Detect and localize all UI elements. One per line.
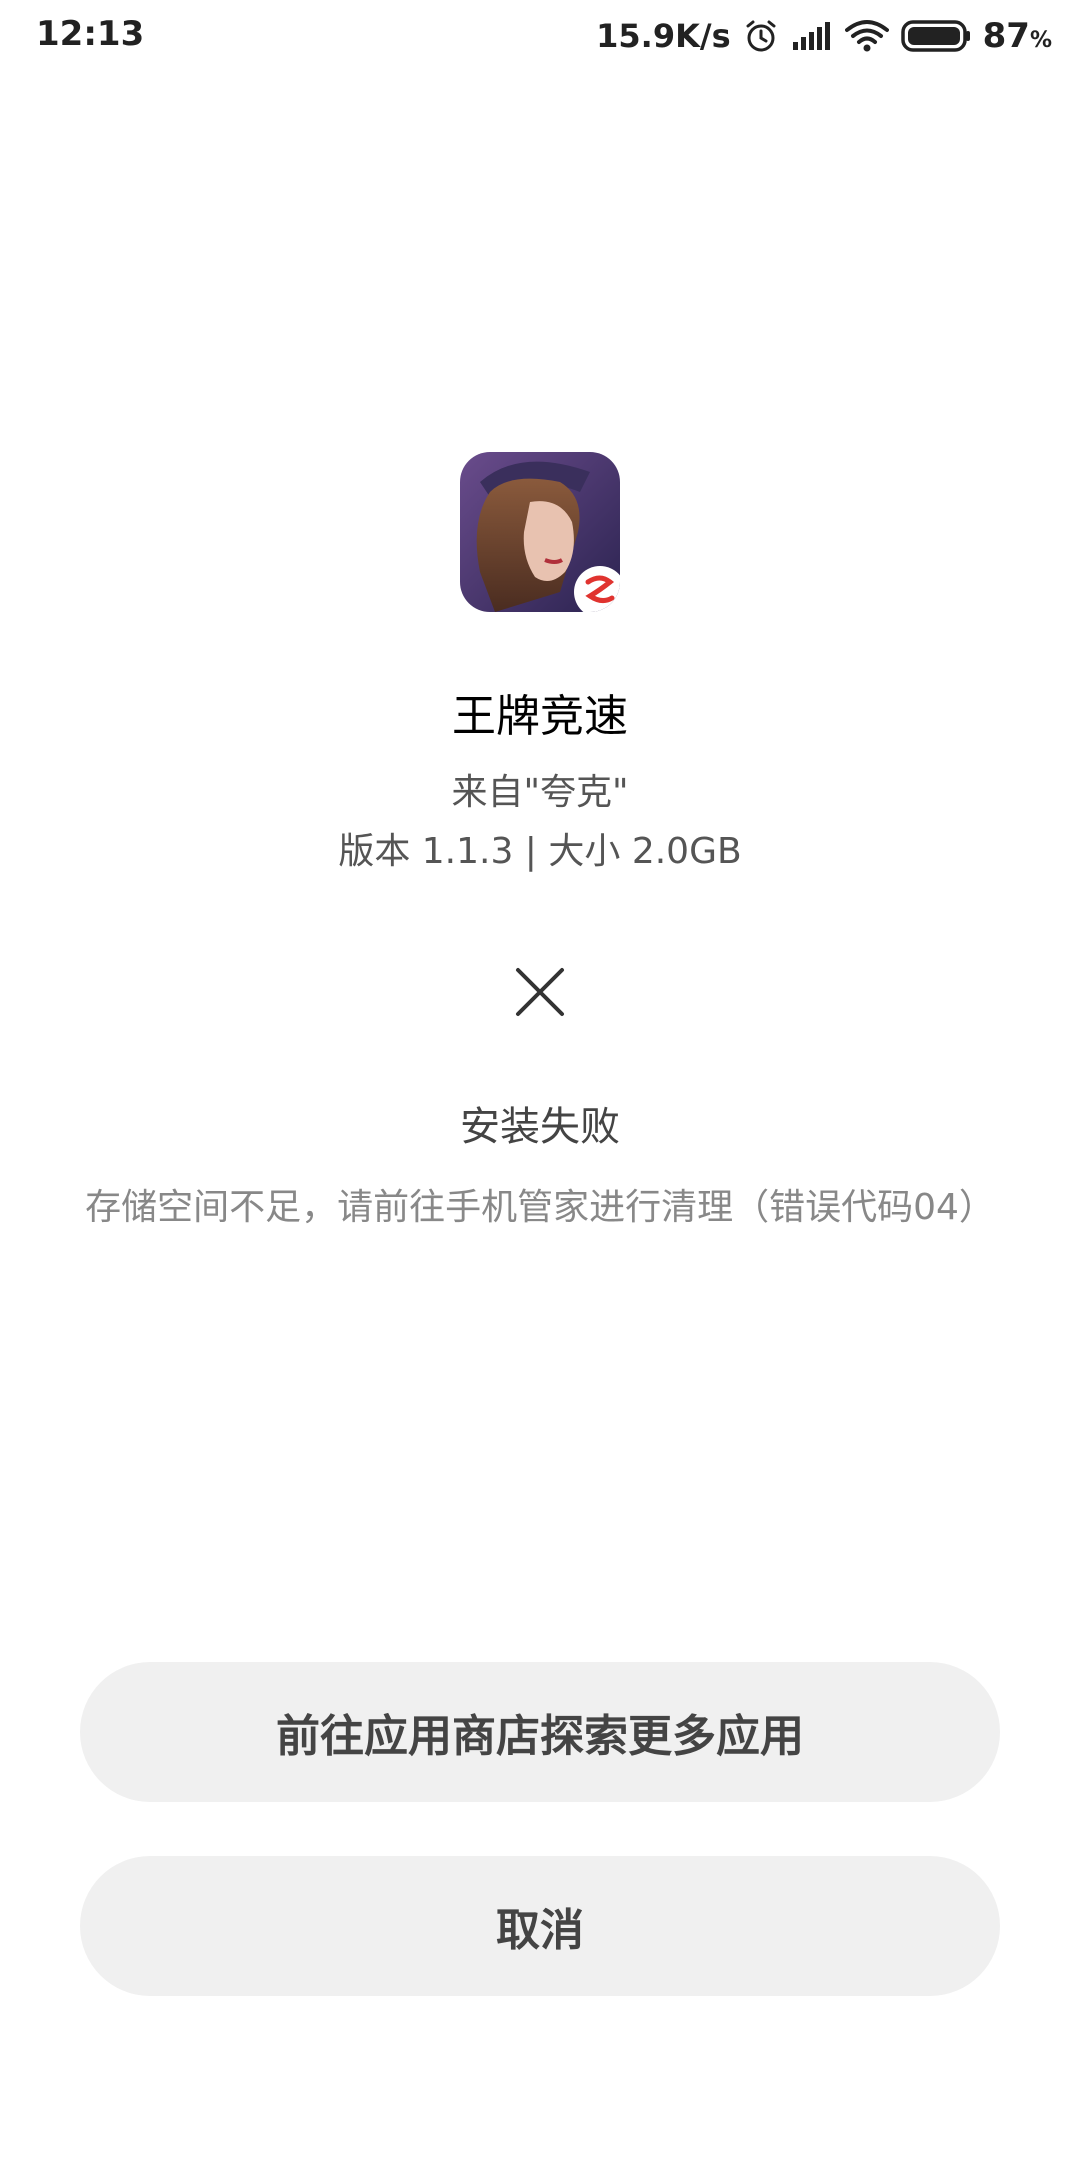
status-time: 12:13	[36, 14, 145, 54]
battery-percent-value: 87	[982, 16, 1030, 56]
install-failed-title: 安装失败	[460, 1104, 620, 1150]
install-failed-detail: 存储空间不足，请前往手机管家进行清理（错误代码04）	[85, 1187, 995, 1228]
app-name: 王牌竞速	[452, 691, 628, 742]
app-icon	[460, 452, 620, 612]
battery-percent: 87%	[983, 16, 1052, 56]
network-speed: 15.9K/s	[596, 17, 731, 55]
wifi-icon	[844, 19, 889, 53]
cancel-button[interactable]: 取消	[80, 1856, 1000, 1996]
app-version-size: 版本 1.1.3 | 大小 2.0GB	[338, 831, 742, 872]
battery-percent-unit: %	[1029, 28, 1052, 53]
signal-icon	[791, 20, 833, 52]
status-icons: 15.9K/s 87%	[596, 12, 1052, 60]
status-bar: 12:13 15.9K/s 87%	[0, 0, 1080, 72]
app-source: 来自"夸克"	[451, 772, 629, 813]
alarm-icon	[743, 18, 779, 54]
close-x-icon	[514, 966, 566, 1018]
go-to-app-store-button[interactable]: 前往应用商店探索更多应用	[80, 1662, 1000, 1802]
battery-icon	[900, 19, 971, 53]
